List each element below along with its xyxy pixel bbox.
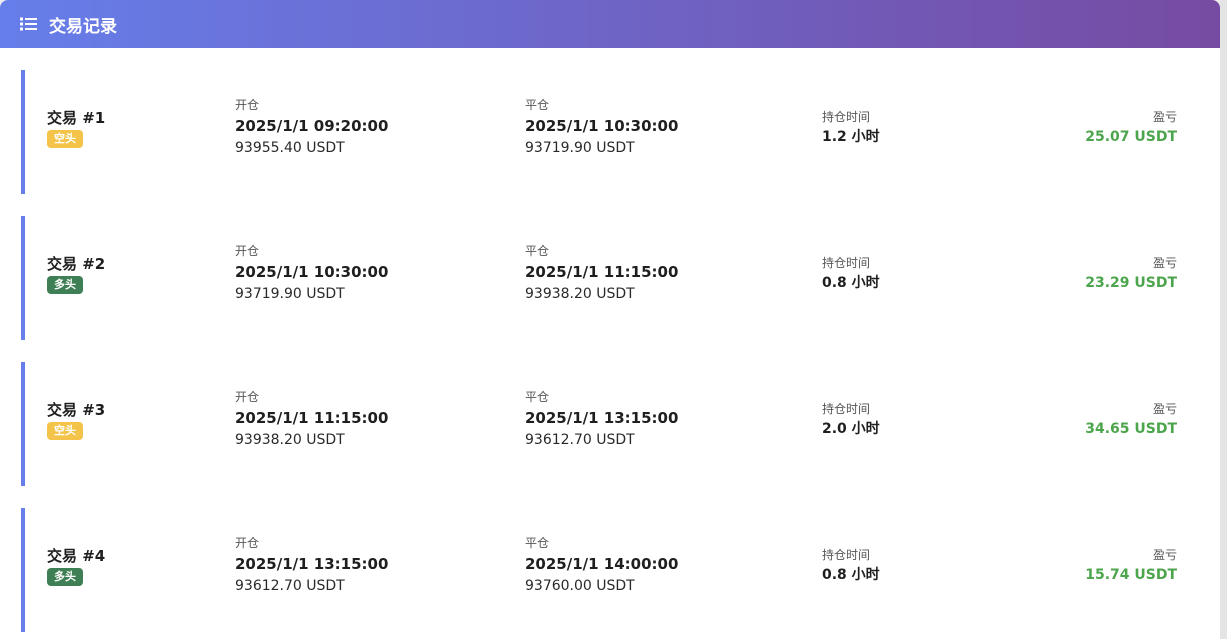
hold-duration: 0.8 小时 <box>822 567 880 583</box>
close-label: 平仓 <box>525 98 550 112</box>
close-time: 2025/1/1 11:15:00 <box>525 263 679 281</box>
open-price: 93955.40 USDT <box>235 140 345 156</box>
open-label: 开仓 <box>235 244 260 258</box>
side-badge: 空头 <box>47 422 83 440</box>
open-price: 93612.70 USDT <box>235 578 345 594</box>
close-time: 2025/1/1 13:15:00 <box>525 409 679 427</box>
hold-duration: 1.2 小时 <box>822 129 880 145</box>
close-time: 2025/1/1 10:30:00 <box>525 117 679 135</box>
open-label: 开仓 <box>235 390 260 404</box>
side-badge: 多头 <box>47 276 83 294</box>
hold-label: 持仓时间 <box>822 256 871 270</box>
close-price: 93612.70 USDT <box>525 432 635 448</box>
close-price: 93938.20 USDT <box>525 286 635 302</box>
close-label: 平仓 <box>525 390 550 404</box>
side-badge: 空头 <box>47 130 83 148</box>
trade-list: 交易 #1 空头 开仓 2025/1/1 09:20:00 93955.40 U… <box>21 70 1199 639</box>
pnl-label: 盈亏 <box>1152 402 1177 416</box>
trade-name: 交易 #1 <box>47 109 106 127</box>
pnl-column: 盈亏 25.07 USDT <box>1085 109 1177 148</box>
hold-column: 持仓时间 0.8 小时 <box>822 547 880 586</box>
open-column: 开仓 2025/1/1 11:15:00 93938.20 USDT <box>235 389 388 451</box>
side-badge: 多头 <box>47 568 83 586</box>
open-time: 2025/1/1 10:30:00 <box>235 263 389 281</box>
close-label: 平仓 <box>525 536 550 550</box>
pnl-value: 15.74 USDT <box>1085 567 1177 583</box>
hold-column: 持仓时间 0.8 小时 <box>822 255 880 294</box>
close-price: 93760.00 USDT <box>525 578 635 594</box>
close-price: 93719.90 USDT <box>525 140 635 156</box>
pnl-label: 盈亏 <box>1152 548 1177 562</box>
hold-label: 持仓时间 <box>822 110 871 124</box>
hold-label: 持仓时间 <box>822 548 871 562</box>
open-column: 开仓 2025/1/1 13:15:00 93612.70 USDT <box>235 535 388 597</box>
trade-name: 交易 #4 <box>47 547 106 565</box>
trade-row[interactable]: 交易 #4 多头 开仓 2025/1/1 13:15:00 93612.70 U… <box>21 508 1199 632</box>
trade-name: 交易 #2 <box>47 255 106 273</box>
close-column: 平仓 2025/1/1 14:00:00 93760.00 USDT <box>525 535 678 597</box>
panel-title: 交易记录 <box>49 16 117 37</box>
hold-column: 持仓时间 1.2 小时 <box>822 109 880 148</box>
panel-header: 交易记录 <box>0 0 1220 48</box>
pnl-value: 34.65 USDT <box>1085 421 1177 437</box>
pnl-label: 盈亏 <box>1152 110 1177 124</box>
close-column: 平仓 2025/1/1 11:15:00 93938.20 USDT <box>525 243 678 305</box>
trade-row[interactable]: 交易 #2 多头 开仓 2025/1/1 10:30:00 93719.90 U… <box>21 216 1199 340</box>
open-price: 93719.90 USDT <box>235 286 345 302</box>
list-icon <box>20 17 37 31</box>
hold-label: 持仓时间 <box>822 402 871 416</box>
trade-name: 交易 #3 <box>47 401 106 419</box>
open-label: 开仓 <box>235 536 260 550</box>
trade-records-panel: 交易记录 交易 #1 空头 开仓 2025/1/1 09:20:00 93955… <box>0 0 1220 639</box>
open-column: 开仓 2025/1/1 09:20:00 93955.40 USDT <box>235 97 388 159</box>
trade-row[interactable]: 交易 #3 空头 开仓 2025/1/1 11:15:00 93938.20 U… <box>21 362 1199 486</box>
pnl-column: 盈亏 34.65 USDT <box>1085 401 1177 440</box>
pnl-column: 盈亏 15.74 USDT <box>1085 547 1177 586</box>
pnl-column: 盈亏 23.29 USDT <box>1085 255 1177 294</box>
close-time: 2025/1/1 14:00:00 <box>525 555 679 573</box>
close-column: 平仓 2025/1/1 13:15:00 93612.70 USDT <box>525 389 678 451</box>
pnl-label: 盈亏 <box>1152 256 1177 270</box>
open-price: 93938.20 USDT <box>235 432 345 448</box>
open-label: 开仓 <box>235 98 260 112</box>
open-time: 2025/1/1 11:15:00 <box>235 409 389 427</box>
scrollbar-track[interactable] <box>1220 0 1227 639</box>
open-column: 开仓 2025/1/1 10:30:00 93719.90 USDT <box>235 243 388 305</box>
pnl-value: 23.29 USDT <box>1085 275 1177 291</box>
hold-duration: 2.0 小时 <box>822 421 880 437</box>
close-label: 平仓 <box>525 244 550 258</box>
close-column: 平仓 2025/1/1 10:30:00 93719.90 USDT <box>525 97 678 159</box>
trade-row[interactable]: 交易 #1 空头 开仓 2025/1/1 09:20:00 93955.40 U… <box>21 70 1199 194</box>
open-time: 2025/1/1 13:15:00 <box>235 555 389 573</box>
hold-duration: 0.8 小时 <box>822 275 880 291</box>
open-time: 2025/1/1 09:20:00 <box>235 117 389 135</box>
pnl-value: 25.07 USDT <box>1085 129 1177 145</box>
hold-column: 持仓时间 2.0 小时 <box>822 401 880 440</box>
